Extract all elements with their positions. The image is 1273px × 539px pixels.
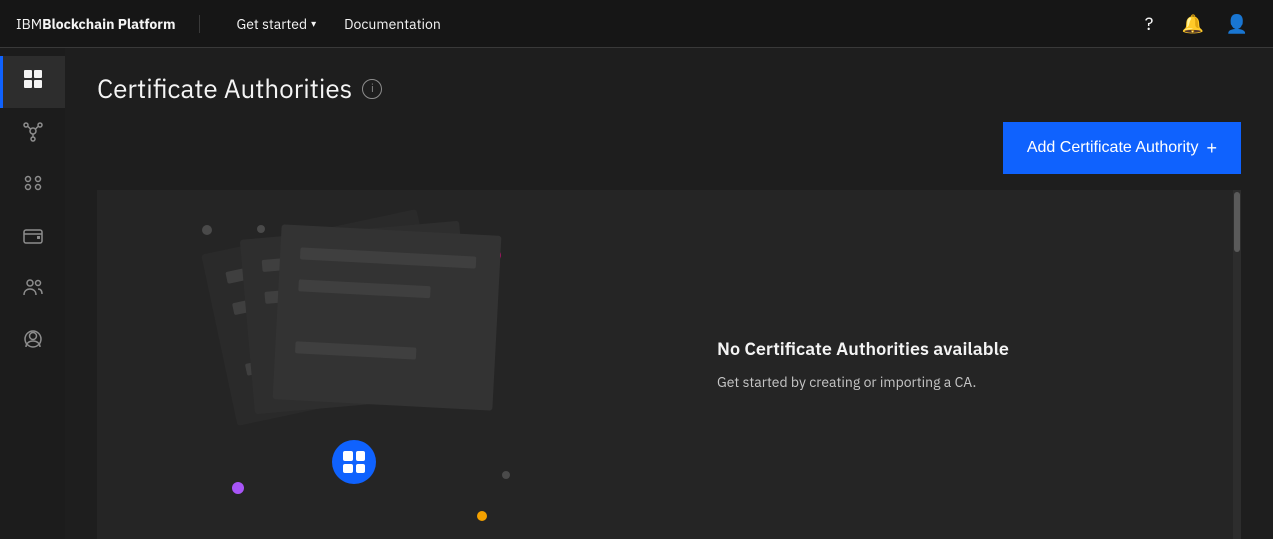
info-icon: i [371, 82, 374, 96]
documentation-link[interactable]: Documentation [332, 0, 453, 48]
card-3 [273, 224, 502, 410]
help-icon: ? [1145, 12, 1154, 35]
users-icon [22, 276, 44, 304]
grid-cell-3 [343, 464, 353, 474]
sidebar-item-identity[interactable] [0, 316, 65, 368]
scrollbar-thumb [1234, 192, 1240, 252]
sidebar-item-nodes[interactable] [0, 160, 65, 212]
sidebar-item-network[interactable] [0, 108, 65, 160]
dot-gray-2 [502, 471, 510, 479]
grid-icon [343, 451, 365, 473]
info-icon-button[interactable]: i [362, 79, 382, 99]
sidebar-item-users[interactable] [0, 264, 65, 316]
top-navigation: IBM Blockchain Platform Get started ▾ Do… [0, 0, 1273, 48]
user-icon: 👤 [1226, 12, 1248, 35]
plus-icon: + [1206, 138, 1217, 159]
card-stack [217, 220, 517, 440]
toolbar: Add Certificate Authority + [65, 122, 1273, 190]
grid-cell-4 [356, 464, 366, 474]
nodes-icon [22, 172, 44, 200]
page-title: Certificate Authorities [97, 72, 352, 106]
blockchain-icon [332, 440, 376, 484]
sidebar-item-wallet[interactable] [0, 212, 65, 264]
scrollbar[interactable] [1233, 190, 1241, 539]
grid-cell-2 [356, 451, 366, 461]
network-icon [22, 120, 44, 148]
page-title-row: Certificate Authorities i [97, 72, 382, 106]
dashboard-icon [22, 68, 44, 96]
empty-state-title: No Certificate Authorities available [717, 337, 1201, 360]
nav-links: Get started ▾ Documentation [224, 0, 1129, 48]
nav-actions: ? 🔔 👤 [1129, 4, 1257, 44]
get-started-link[interactable]: Get started ▾ [224, 0, 328, 48]
identity-icon [22, 328, 44, 356]
add-button-label: Add Certificate Authority [1027, 139, 1199, 157]
illustration [97, 190, 677, 539]
help-icon-button[interactable]: ? [1129, 4, 1169, 44]
get-started-label: Get started [236, 15, 307, 33]
main-layout: Certificate Authorities i Add Certificat… [0, 48, 1273, 539]
sidebar-item-dashboard[interactable] [0, 56, 65, 108]
content-header: Certificate Authorities i [65, 48, 1273, 122]
chevron-down-icon: ▾ [311, 17, 316, 30]
sidebar [0, 48, 65, 539]
empty-state-panel: No Certificate Authorities available Get… [97, 190, 1241, 539]
dot-orange [477, 511, 487, 521]
dot-purple [232, 482, 244, 494]
wallet-icon [22, 224, 44, 252]
empty-text: No Certificate Authorities available Get… [677, 297, 1241, 433]
documentation-label: Documentation [344, 15, 441, 33]
empty-state-description: Get started by creating or importing a C… [717, 372, 1201, 393]
user-profile-icon-button[interactable]: 👤 [1217, 4, 1257, 44]
brand-logo: IBM Blockchain Platform [16, 15, 200, 33]
dot-1 [202, 225, 212, 235]
bell-icon: 🔔 [1182, 12, 1204, 35]
content-area: Certificate Authorities i Add Certificat… [65, 48, 1273, 539]
brand-name-normal: IBM [16, 15, 42, 33]
grid-cell-1 [343, 451, 353, 461]
notifications-icon-button[interactable]: 🔔 [1173, 4, 1213, 44]
brand-name-bold: Blockchain Platform [42, 15, 175, 33]
add-certificate-authority-button[interactable]: Add Certificate Authority + [1003, 122, 1241, 174]
